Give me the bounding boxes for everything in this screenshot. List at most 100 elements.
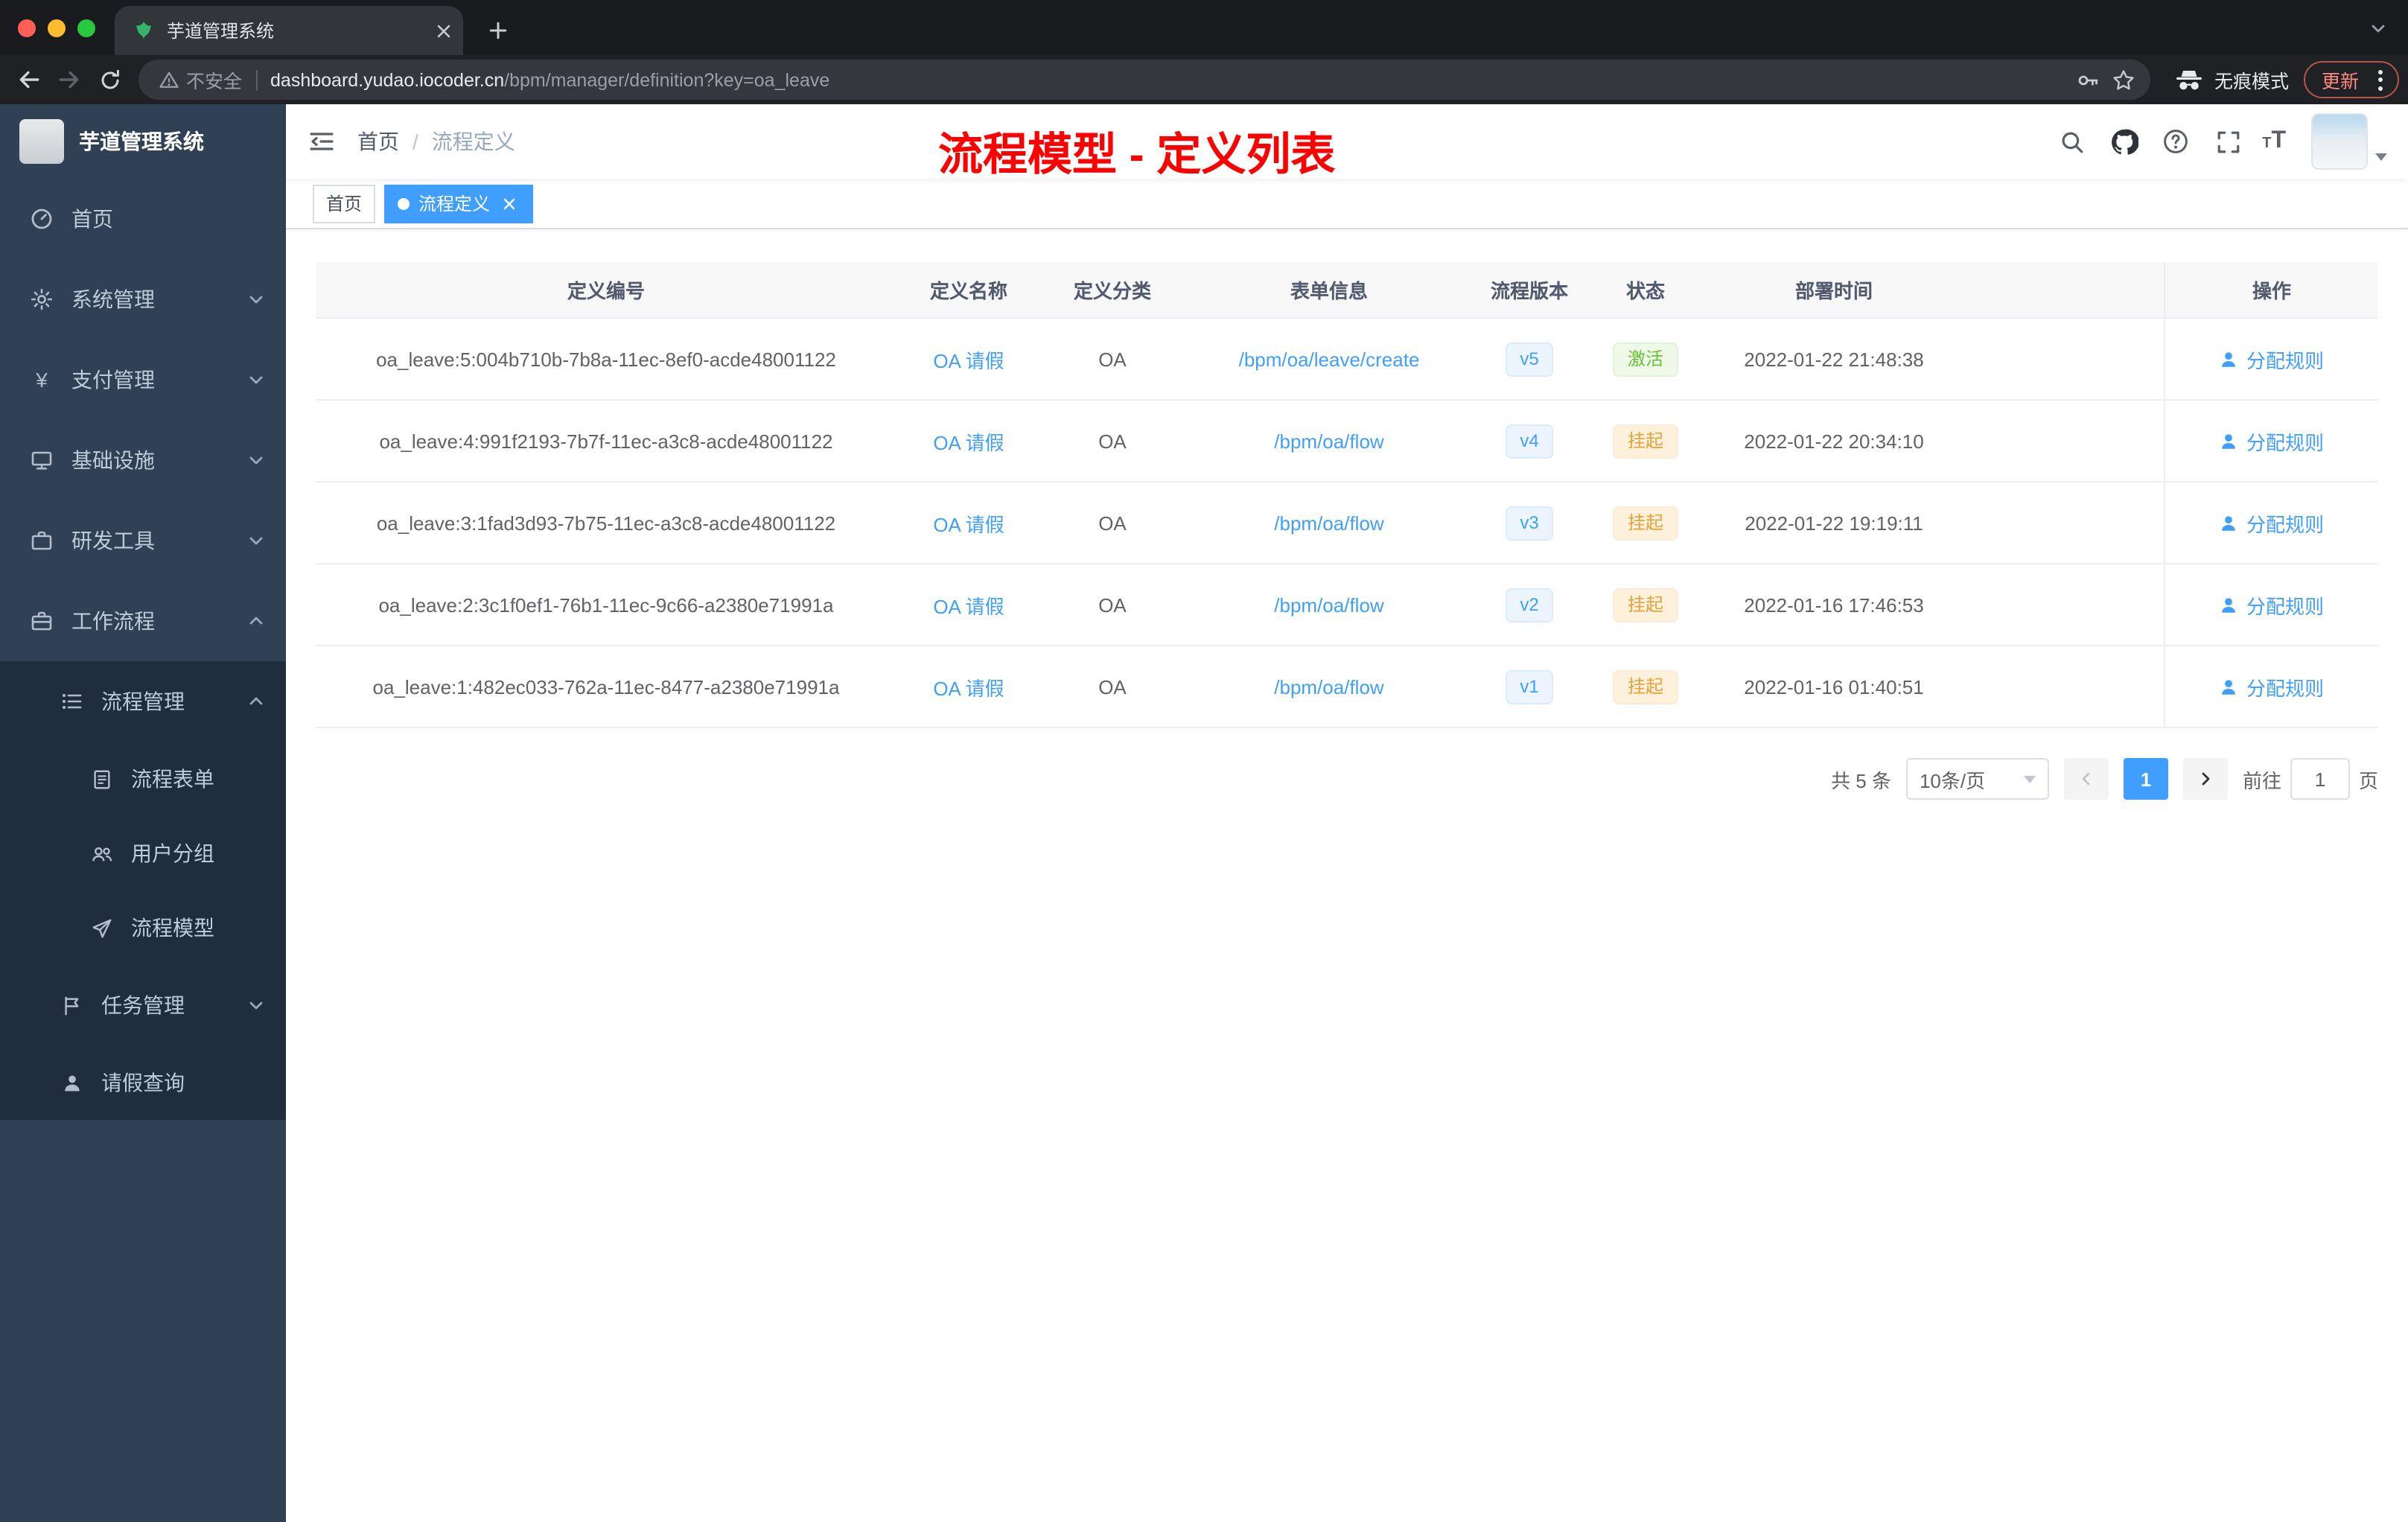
sidebar-item-devtools[interactable]: 研发工具 (0, 500, 286, 581)
definition-category: OA (1098, 675, 1127, 698)
address-bar[interactable]: 不安全 dashboard.yudao.iocoder.cn/bpm/manag… (138, 60, 2150, 100)
assign-rule-button[interactable]: 分配规则 (2220, 590, 2324, 619)
github-icon[interactable] (2106, 124, 2141, 159)
zoom-window-button[interactable] (77, 19, 95, 36)
chevron-down-icon (247, 451, 265, 469)
assign-rule-button[interactable]: 分配规则 (2220, 427, 2324, 455)
close-window-button[interactable] (18, 19, 36, 36)
forward-button[interactable] (49, 60, 89, 100)
tag-home[interactable]: 首页 (313, 184, 376, 223)
page-size-select[interactable]: 10条/页 (1905, 758, 2049, 800)
tag-close-icon[interactable] (499, 193, 520, 214)
version-badge: v4 (1505, 424, 1554, 458)
table-row: oa_leave:1:482ec033-762a-11ec-8477-a2380… (316, 646, 2378, 728)
yen-icon: ¥ (36, 368, 48, 392)
status-badge: 挂起 (1612, 669, 1678, 704)
password-key-icon[interactable] (2070, 62, 2106, 98)
logo-avatar (19, 119, 64, 164)
definition-category: OA (1098, 430, 1127, 452)
assign-rule-button[interactable]: 分配规则 (2220, 509, 2324, 537)
definition-category: OA (1098, 512, 1127, 534)
user-avatar-menu[interactable] (2311, 113, 2387, 170)
chevron-down-icon (247, 996, 265, 1014)
deploy-time: 2022-01-16 01:40:51 (1744, 675, 1924, 698)
new-tab-button[interactable] (478, 10, 517, 49)
sidebar-toggle-icon[interactable] (286, 104, 357, 179)
bookmark-star-icon[interactable] (2106, 62, 2141, 98)
assign-rule-button[interactable]: 分配规则 (2220, 672, 2324, 701)
form-link[interactable]: /bpm/oa/flow (1274, 512, 1383, 534)
url-path: /bpm/manager/definition?key=oa_leave (504, 69, 830, 90)
browser-toolbar: 不安全 dashboard.yudao.iocoder.cn/bpm/manag… (0, 55, 2408, 104)
sidebar-item-label: 研发工具 (71, 529, 155, 553)
browser-update-button[interactable]: 更新 (2303, 61, 2399, 98)
sidebar-item-label: 支付管理 (71, 368, 155, 392)
minimize-window-button[interactable] (48, 19, 66, 36)
search-icon[interactable] (2054, 124, 2089, 159)
reload-button[interactable] (89, 60, 130, 100)
tag-label: 流程定义 (418, 194, 491, 214)
help-icon[interactable] (2158, 124, 2194, 159)
sidebar-item-process-form[interactable]: 流程表单 (0, 742, 286, 816)
status-badge: 激活 (1612, 342, 1678, 376)
total-count: 共 5 条 (1831, 769, 1891, 792)
goto-page: 前往 页 (2243, 758, 2378, 800)
definition-id: oa_leave:3:1fad3d93-7b75-11ec-a3c8-acde4… (376, 512, 836, 534)
definition-name-link[interactable]: OA 请假 (933, 513, 1004, 535)
sidebar-item-label: 基础设施 (71, 448, 155, 472)
incognito-label: 无痕模式 (2214, 71, 2289, 92)
sidebar-item-infrastructure[interactable]: 基础设施 (0, 420, 286, 500)
app-logo[interactable]: 芋道管理系统 (0, 104, 286, 179)
definition-name-link[interactable]: OA 请假 (933, 595, 1004, 617)
assign-rule-button[interactable]: 分配规则 (2220, 345, 2324, 373)
tag-process-definition[interactable]: 流程定义 (384, 184, 534, 223)
breadcrumb-home[interactable]: 首页 (357, 127, 399, 156)
form-link[interactable]: /bpm/oa/leave/create (1239, 348, 1420, 370)
definition-name-link[interactable]: OA 请假 (933, 349, 1004, 372)
form-link[interactable]: /bpm/oa/flow (1274, 675, 1383, 698)
sidebar-item-home[interactable]: 首页 (0, 179, 286, 259)
sidebar-item-process-model[interactable]: 流程模型 (0, 891, 286, 965)
form-link[interactable]: /bpm/oa/flow (1274, 430, 1383, 452)
caret-down-icon (2375, 153, 2387, 161)
pagination: 共 5 条 10条/页 1 前往 页 (316, 758, 2378, 800)
tab-close-icon[interactable] (436, 23, 451, 38)
tab-search-button[interactable] (2369, 0, 2387, 55)
browser-tab[interactable]: 芋道管理系统 (115, 6, 463, 55)
table-header-row: 定义编号 定义名称 定义分类 表单信息 流程版本 状态 部署时间 操作 (316, 262, 2378, 319)
column-header: 定义名称 (929, 280, 1007, 302)
sidebar-item-label: 请假查询 (101, 1071, 185, 1095)
font-size-icon[interactable]: TT (2262, 128, 2286, 155)
prev-page-button[interactable] (2063, 758, 2109, 800)
sidebar-item-leave-query[interactable]: 请假查询 (0, 1045, 286, 1120)
definition-name-link[interactable]: OA 请假 (933, 677, 1004, 699)
avatar (2311, 113, 2368, 170)
fullscreen-icon[interactable] (2210, 124, 2246, 159)
sidebar-item-workflow[interactable]: 工作流程 (0, 581, 286, 661)
sidebar-item-user-group[interactable]: 用户分组 (0, 816, 286, 891)
next-page-button[interactable] (2182, 758, 2228, 800)
deploy-time: 2022-01-16 17:46:53 (1744, 593, 1924, 616)
sidebar-item-task-management[interactable]: 任务管理 (0, 965, 286, 1045)
person-icon (60, 1072, 83, 1094)
sidebar-item-system[interactable]: 系统管理 (0, 259, 286, 340)
definition-id: oa_leave:2:3c1f0ef1-76b1-11ec-9c66-a2380… (378, 593, 834, 616)
warning-icon[interactable] (156, 62, 180, 98)
page-number-button[interactable]: 1 (2123, 758, 2168, 800)
definition-name-link[interactable]: OA 请假 (933, 431, 1004, 453)
screen: 芋道管理系统 不安全 dashboard.yudao.iocoder.cn /b… (0, 0, 2408, 1522)
chevron-down-icon (247, 371, 265, 389)
definition-id: oa_leave:5:004b710b-7b8a-11ec-8ef0-acde4… (376, 348, 836, 370)
deploy-time: 2022-01-22 20:34:10 (1744, 430, 1924, 452)
incognito-badge: 无痕模式 (2174, 66, 2289, 94)
browser-menu-icon[interactable] (2369, 69, 2392, 90)
breadcrumb-separator: / (413, 130, 418, 153)
goto-page-input[interactable] (2290, 758, 2350, 800)
back-button[interactable] (9, 60, 49, 100)
sidebar-item-process-management[interactable]: 流程管理 (0, 661, 286, 742)
sidebar-item-payment[interactable]: ¥ 支付管理 (0, 340, 286, 420)
tab-title: 芋道管理系统 (167, 21, 275, 42)
form-link[interactable]: /bpm/oa/flow (1274, 593, 1383, 616)
briefcase-icon (30, 609, 54, 633)
dashboard-icon (30, 207, 54, 231)
